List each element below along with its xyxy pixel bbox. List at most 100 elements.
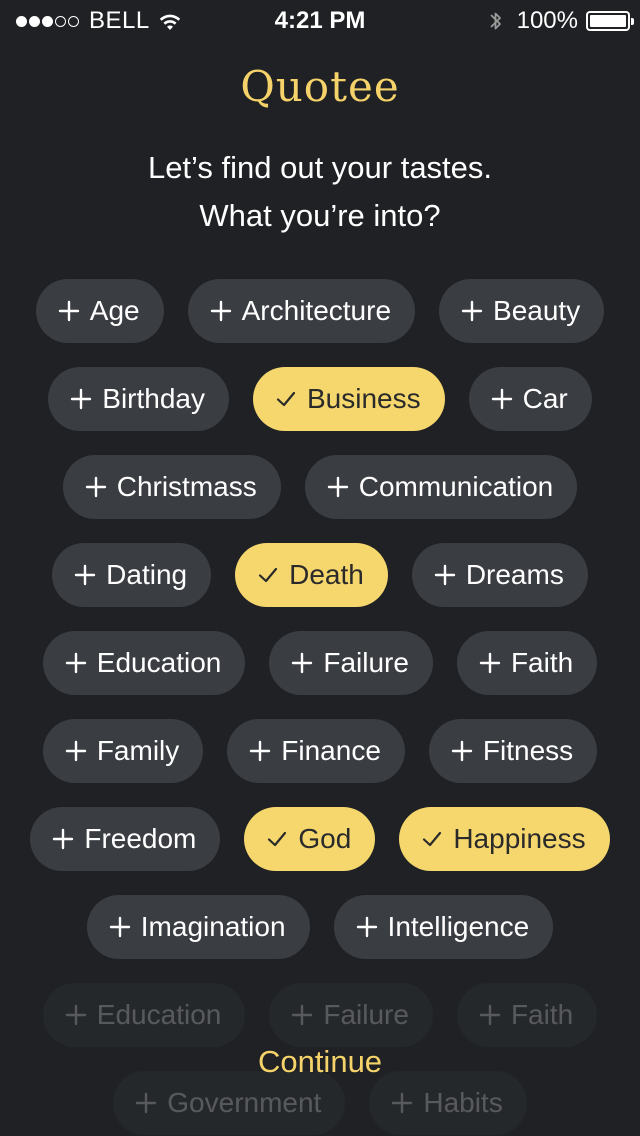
tag-death[interactable]: Death (235, 543, 388, 607)
plus-icon (135, 1092, 157, 1114)
tag-label: Fitness (482, 735, 574, 766)
battery-icon (586, 11, 634, 31)
tag-birthday[interactable]: Birthday (48, 367, 229, 431)
tag-imagination[interactable]: Imagination (86, 895, 310, 959)
tag-label: Birthday (102, 383, 205, 414)
bluetooth-icon (489, 9, 503, 33)
plus-icon (479, 652, 501, 674)
tag-label: Finance (281, 735, 381, 766)
plus-icon (74, 564, 96, 586)
tag-communication[interactable]: Communication (304, 455, 578, 519)
status-bar: BELL 4:21 PM 100% (0, 0, 640, 40)
tag-god[interactable]: God (244, 807, 376, 871)
tag-row: Freedom God Happiness (0, 807, 640, 871)
plus-icon (327, 476, 349, 498)
tag-car[interactable]: Car (468, 367, 592, 431)
tag-row: Government Habits (0, 1071, 640, 1135)
plus-icon (391, 1092, 413, 1114)
tag-finance[interactable]: Finance (227, 719, 405, 783)
plus-icon (109, 916, 131, 938)
continue-button[interactable]: Continue (0, 1044, 640, 1080)
tag-label: Faith (510, 999, 574, 1030)
tag-label: Architecture (241, 295, 392, 326)
plus-icon (249, 740, 271, 762)
tag-label: Beauty (493, 295, 581, 326)
tag-label: Faith (510, 647, 574, 678)
tag-row: Family Finance Fitness (0, 719, 640, 783)
tag-row: Birthday Business Car (0, 367, 640, 431)
tag-failure[interactable]: Failure (269, 631, 433, 695)
plus-icon (85, 476, 107, 498)
tag-age[interactable]: Age (35, 279, 164, 343)
interest-tag-cloud: Age Architecture Beauty Birthday Business Car… (0, 279, 640, 983)
tag-label: Business (306, 383, 421, 414)
subtitle-line-2: What you’re into? (199, 198, 441, 233)
tag-freedom[interactable]: Freedom (30, 807, 221, 871)
plus-icon (58, 300, 80, 322)
tag-row: Christmass Communication (0, 455, 640, 519)
tag-intelligence[interactable]: Intelligence (333, 895, 554, 959)
tag-christmass[interactable]: Christmass (62, 455, 281, 519)
tag-business[interactable]: Business (252, 367, 445, 431)
tag-faith[interactable]: Faith (456, 631, 598, 695)
tag-label: Christmass (116, 471, 257, 502)
plus-icon (52, 828, 74, 850)
tag-education[interactable]: Education (42, 631, 246, 695)
tag-label: Freedom (84, 823, 197, 854)
tag-label: Education (96, 647, 222, 678)
tag-faith[interactable]: Faith (456, 983, 598, 1047)
plus-icon (479, 1004, 501, 1026)
plus-icon (210, 300, 232, 322)
plus-icon (291, 1004, 313, 1026)
app-title: Quotee (240, 62, 400, 111)
tag-label: Government (167, 1087, 322, 1118)
tag-failure[interactable]: Failure (269, 983, 433, 1047)
battery-percentage: 100% (516, 7, 578, 34)
tag-label: Education (96, 999, 222, 1030)
tag-row: Age Architecture Beauty (0, 279, 640, 343)
plus-icon (65, 652, 87, 674)
tag-education[interactable]: Education (42, 983, 246, 1047)
tag-label: Family (96, 735, 180, 766)
plus-icon (65, 1004, 87, 1026)
plus-icon (434, 564, 456, 586)
checkmark-icon (421, 828, 443, 850)
checkmark-icon (275, 388, 297, 410)
tag-label: Habits (423, 1087, 503, 1118)
tag-habits[interactable]: Habits (369, 1071, 527, 1135)
tag-government[interactable]: Government (113, 1071, 346, 1135)
tag-label: Happiness (453, 823, 586, 854)
tag-label: Failure (323, 647, 409, 678)
quotee-onboarding-screen: BELL 4:21 PM 100% Quotee Let’s find out … (0, 0, 640, 1136)
tag-label: Failure (323, 999, 409, 1030)
plus-icon (65, 740, 87, 762)
tag-architecture[interactable]: Architecture (187, 279, 416, 343)
tag-label: Communication (358, 471, 554, 502)
tag-row: Dating Death Dreams (0, 543, 640, 607)
plus-icon (451, 740, 473, 762)
tag-beauty[interactable]: Beauty (439, 279, 605, 343)
tag-family[interactable]: Family (42, 719, 204, 783)
tag-label: Age (89, 295, 140, 326)
tag-fitness[interactable]: Fitness (428, 719, 598, 783)
tag-label: Dating (106, 559, 188, 590)
tag-row: Education Failure Faith (0, 983, 640, 1047)
tag-row: Education Failure Faith (0, 631, 640, 695)
tag-row: Imagination Intelligence (0, 895, 640, 959)
plus-icon (291, 652, 313, 674)
tag-dreams[interactable]: Dreams (411, 543, 588, 607)
tag-happiness[interactable]: Happiness (399, 807, 610, 871)
checkmark-icon (257, 564, 279, 586)
tag-label: Dreams (465, 559, 564, 590)
tag-dating[interactable]: Dating (52, 543, 212, 607)
plus-icon (356, 916, 378, 938)
status-right: 100% (489, 7, 634, 35)
plus-icon (461, 300, 483, 322)
tag-label: Imagination (140, 911, 286, 942)
tag-label: Intelligence (387, 911, 530, 942)
subtitle: Let’s find out your tastes. What you’re … (0, 144, 640, 240)
checkmark-icon (266, 828, 288, 850)
tag-label: Car (522, 383, 568, 414)
tag-label: Death (289, 559, 364, 590)
tag-label: God (298, 823, 352, 854)
